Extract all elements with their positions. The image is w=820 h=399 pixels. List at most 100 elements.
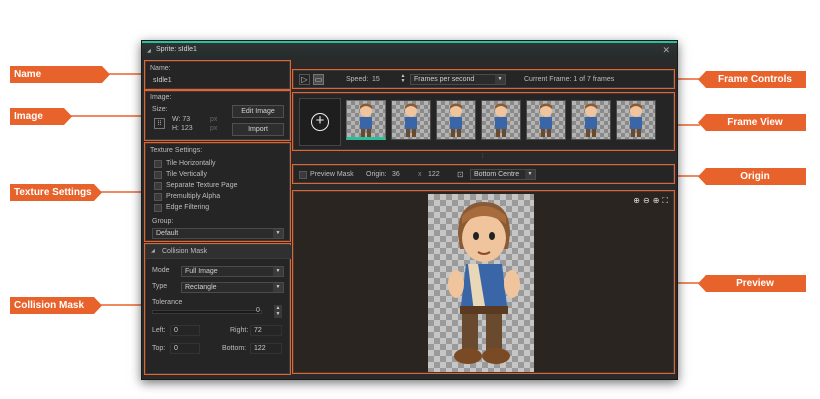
bottom-label: Bottom: bbox=[222, 345, 247, 352]
collision-mask-title: Collision Mask bbox=[162, 248, 208, 255]
frame-thumbnail[interactable] bbox=[616, 100, 656, 140]
preview-canvas[interactable]: ⊕ ⊖ ⊕ ⛶ bbox=[292, 190, 675, 374]
image-panel: Image: Size: ⁝⁝ W: 73 H: 123 px px Edit … bbox=[144, 90, 291, 141]
name-label: Name: bbox=[150, 65, 171, 72]
option-label: Tile Vertically bbox=[166, 171, 207, 178]
mode-value: Full Image bbox=[185, 268, 218, 275]
mode-dropdown[interactable]: Full Image ▼ bbox=[181, 266, 284, 277]
lock-icon[interactable]: ⊡ bbox=[457, 170, 464, 179]
preview-mask-checkbox[interactable] bbox=[299, 171, 307, 179]
origin-label: Origin: bbox=[366, 171, 387, 178]
preview-mask-label: Preview Mask bbox=[310, 171, 354, 178]
tolerance-label: Tolerance bbox=[152, 299, 183, 306]
option-label: Separate Texture Page bbox=[166, 182, 238, 189]
texture-settings-panel: Texture Settings: Tile Horizontally Tile… bbox=[144, 142, 291, 242]
collision-mask-header[interactable]: ◢ Collision Mask bbox=[146, 245, 291, 259]
width-value: W: 73 bbox=[172, 116, 191, 123]
speed-stepper[interactable]: ▲ ▼ bbox=[400, 74, 406, 85]
checkbox[interactable] bbox=[154, 171, 162, 179]
option-label: Edge Filtering bbox=[166, 204, 210, 211]
origin-preset-dropdown[interactable]: Bottom Centre ▼ bbox=[470, 169, 536, 180]
import-button[interactable]: Import bbox=[232, 123, 284, 136]
collapse-icon[interactable]: ◢ bbox=[147, 48, 151, 54]
tolerance-value[interactable]: 0 bbox=[256, 307, 260, 314]
right-label: Right: bbox=[230, 327, 249, 334]
type-dropdown[interactable]: Rectangle ▼ bbox=[181, 282, 284, 293]
frame-sprite bbox=[360, 103, 372, 137]
zoom-fit-icon[interactable]: ⊕ bbox=[633, 196, 640, 208]
name-field[interactable]: sIdle1 bbox=[150, 76, 286, 87]
resize-icon[interactable]: ⁝⁝ bbox=[154, 118, 165, 129]
name-panel: Name: sIdle1 bbox=[144, 60, 291, 90]
splitter-handle[interactable]: ⁞ bbox=[482, 154, 484, 160]
right-field[interactable]: 72 bbox=[250, 325, 282, 336]
checkbox[interactable] bbox=[154, 182, 162, 190]
checkbox[interactable] bbox=[154, 193, 162, 201]
option-label: Premultiply Alpha bbox=[166, 193, 221, 200]
callout-preview: Preview bbox=[698, 275, 806, 292]
frame-thumbnail[interactable] bbox=[346, 100, 386, 140]
edit-image-button[interactable]: Edit Image bbox=[232, 105, 284, 118]
chevron-down-icon: ▼ bbox=[273, 267, 283, 276]
speed-label: Speed: bbox=[346, 76, 369, 83]
origin-preset-value: Bottom Centre bbox=[474, 171, 520, 178]
group-dropdown[interactable]: Default ▼ bbox=[152, 228, 284, 239]
add-frame-button[interactable]: + bbox=[299, 98, 341, 146]
option-label: Tile Horizontally bbox=[166, 160, 216, 167]
frame-thumbnail[interactable] bbox=[571, 100, 611, 140]
frame-thumbnail[interactable] bbox=[481, 100, 521, 140]
sprite-preview-image bbox=[428, 194, 534, 372]
origin-x-field[interactable]: 36 bbox=[392, 171, 400, 178]
play-icon[interactable]: ▷ bbox=[299, 74, 310, 85]
tolerance-stepper[interactable]: ▲ ▼ bbox=[274, 305, 282, 318]
zoom-out-icon[interactable]: ⊖ bbox=[643, 196, 650, 208]
height-value: H: 123 bbox=[172, 125, 193, 132]
callout-texture: Texture Settings bbox=[10, 184, 102, 201]
image-label: Image: bbox=[150, 94, 172, 101]
chevron-down-icon: ▼ bbox=[495, 75, 505, 84]
fullscreen-icon[interactable]: ⛶ bbox=[662, 196, 668, 208]
collapse-icon[interactable]: ◢ bbox=[151, 248, 155, 254]
speed-unit-dropdown[interactable]: Frames per second ▼ bbox=[410, 74, 506, 85]
frame-sprite bbox=[585, 103, 597, 137]
window-title: Sprite: sIdle1 bbox=[156, 46, 197, 53]
left-field[interactable]: 0 bbox=[170, 325, 200, 336]
group-label: Group: bbox=[152, 218, 174, 225]
frame-view-strip: + bbox=[292, 92, 675, 151]
frame-sprite bbox=[450, 103, 462, 137]
close-icon[interactable]: ✕ bbox=[662, 45, 670, 56]
group-value: Default bbox=[156, 230, 179, 237]
frame-thumbnail[interactable] bbox=[436, 100, 476, 140]
callout-frame-view: Frame View bbox=[698, 114, 806, 131]
zoom-toolbar: ⊕ ⊖ ⊕ ⛶ bbox=[606, 196, 668, 208]
bottom-field[interactable]: 122 bbox=[250, 343, 282, 354]
loop-icon[interactable]: ▭ bbox=[313, 74, 324, 85]
checkbox[interactable] bbox=[154, 204, 162, 212]
tolerance-slider[interactable] bbox=[152, 310, 262, 314]
texture-settings-label: Texture Settings: bbox=[150, 147, 203, 154]
left-label: Left: bbox=[152, 327, 166, 334]
callout-frame-controls: Frame Controls bbox=[698, 71, 806, 88]
type-label: Type bbox=[152, 283, 168, 290]
top-field[interactable]: 0 bbox=[170, 343, 200, 354]
collision-mask-panel: ◢ Collision Mask Mode Full Image ▼ Type … bbox=[144, 243, 291, 375]
mode-label: Mode bbox=[152, 267, 170, 274]
checkbox[interactable] bbox=[154, 160, 162, 168]
frame-thumbnail[interactable] bbox=[391, 100, 431, 140]
origin-separator: x bbox=[418, 171, 422, 178]
origin-y-field[interactable]: 122 bbox=[428, 171, 440, 178]
callout-name: Name bbox=[10, 66, 110, 83]
speed-unit-value: Frames per second bbox=[414, 76, 475, 83]
top-label: Top: bbox=[152, 345, 166, 352]
frame-sprite bbox=[405, 103, 417, 137]
character-sprite bbox=[448, 202, 520, 364]
frame-sprite bbox=[540, 103, 552, 137]
speed-value[interactable]: 15 bbox=[372, 76, 380, 83]
current-frame-label: Current Frame: 1 of 7 frames bbox=[524, 76, 615, 83]
frame-thumbnail[interactable] bbox=[526, 100, 566, 140]
title-bar[interactable]: ◢ Sprite: sIdle1 ✕ bbox=[142, 41, 677, 58]
zoom-in-icon[interactable]: ⊕ bbox=[653, 196, 660, 208]
callout-collision: Collision Mask bbox=[10, 297, 102, 314]
frame-sprite bbox=[630, 103, 642, 137]
px-unit-w: px bbox=[210, 116, 218, 123]
